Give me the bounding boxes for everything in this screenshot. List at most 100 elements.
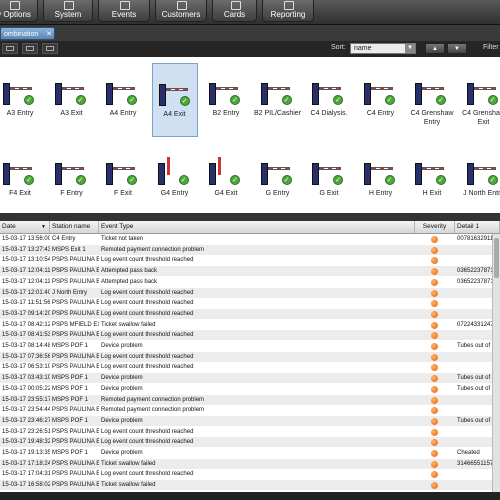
table-row[interactable]: 15-03-17 03:43:10 MSPS POF 1 Device proble… [0, 373, 500, 384]
vertical-scrollbar[interactable] [492, 234, 500, 500]
table-row[interactable]: 15-03-17 12:01:40 J North Entry Log event … [0, 287, 500, 298]
detail-cell [455, 298, 492, 308]
station-cell: MSPS POF 1 [52, 417, 89, 424]
table-row[interactable]: 15-03-17 23:46:27 MSPS POF 1 Device proble… [0, 415, 500, 426]
severity-indicator-icon [431, 407, 438, 415]
event-type-cell: Attempted pass back [101, 268, 158, 275]
severity-indicator-icon [431, 236, 438, 243]
table-row[interactable]: 15-03-17 12:04:11 PSPS PAULINA E Attempted… [0, 266, 500, 277]
detail-cell [455, 362, 492, 372]
detail-cell [455, 395, 492, 405]
barrier-arm [370, 87, 393, 90]
panel-splitter[interactable] [0, 213, 500, 221]
device-tile[interactable]: ✓ G4 Entry [152, 143, 198, 217]
device-tile[interactable]: ✓ G Exit [306, 143, 352, 217]
table-row[interactable]: 15-03-17 19:48:32 PSPS PAULINA E Log event… [0, 437, 500, 448]
device-tile[interactable]: ✓ B2 Entry [203, 63, 249, 137]
device-tile[interactable]: ✓ A3 Exit [49, 63, 95, 137]
device-tile[interactable]: ✓ C4 Dialysis. [306, 63, 352, 137]
event-type-cell: Log event count threshold reached [101, 257, 194, 264]
table-row[interactable]: 15-03-17 23:26:51 PSPS PAULINA E Log event… [0, 427, 500, 437]
severity-indicator-icon [431, 364, 438, 372]
severity-indicator-icon [431, 482, 438, 490]
table-row[interactable]: 15-03-17 17:18:24 PSPS PAULINA E Ticket sw… [0, 458, 500, 469]
table-row[interactable]: 15-03-17 11:51:56 PSPS PAULINA E Log event… [0, 298, 500, 308]
device-tile[interactable]: ✓ A3 Entry [0, 63, 43, 137]
sort-descending-button[interactable]: ▼ [447, 43, 467, 54]
barrier-gate-icon: ✓ [157, 157, 189, 185]
nav-item-5[interactable]: Reporting [262, 0, 314, 22]
table-row[interactable]: 15-03-17 13:10:54 PSPS PAULINA E Log event… [0, 255, 500, 265]
column-header[interactable]: Date ▼ [0, 221, 50, 233]
barrier-gate-icon: ✓ [312, 79, 343, 105]
table-row[interactable]: 15-03-17 13:56:00 C4 Entry Ticket not take… [0, 234, 500, 244]
event-type-cell: Log event count threshold reached [101, 428, 194, 435]
column-header[interactable]: Detail 1 [455, 221, 500, 233]
column-header[interactable]: Severity [415, 221, 455, 233]
table-row[interactable]: 15-03-17 17:04:31 PSPS PAULINA E Log event… [0, 469, 500, 479]
barrier-arm [267, 167, 290, 170]
detail-cell: 3146655115734... [457, 460, 492, 467]
small-icons-view-button[interactable] [22, 43, 38, 54]
events-icon [120, 1, 130, 10]
status-ok-icon: ✓ [436, 95, 446, 105]
table-row[interactable]: 15-03-17 09:14:20 PSPS PAULINA E Log event… [0, 308, 500, 319]
table-row[interactable]: 15-03-17 12:04:11 PSPS PAULINA E Attempted… [0, 277, 500, 287]
nav-item-0[interactable]: y Options [0, 0, 38, 22]
table-row[interactable]: 15-03-17 08:14:48 MSPS POF 1 Device proble… [0, 341, 500, 351]
barrier-arm [267, 87, 290, 90]
date-cell: 15-03-17 12:01:40 [2, 289, 50, 296]
date-cell: 15-03-17 08:14:48 [2, 343, 50, 349]
device-label: B2 Entry [212, 110, 240, 117]
table-row[interactable]: 15-03-17 06:53:10 PSPS PAULINA E Log event… [0, 362, 500, 372]
table-row[interactable]: 15-03-17 23:55:17 MSPS POF 1 Remoted payme… [0, 394, 500, 405]
device-tile[interactable]: ✓ J North Entry [461, 143, 500, 217]
barrier-post [260, 163, 268, 185]
status-ok-icon: ✓ [487, 95, 498, 105]
device-tile[interactable]: ✓ C4 Entry [358, 63, 404, 137]
status-ok-icon: ✓ [179, 96, 190, 106]
barrier-arm [473, 87, 496, 90]
device-tile[interactable]: ✓ A4 Entry [100, 63, 146, 137]
table-row[interactable]: 15-03-17 19:13:35 MSPS POF 1 Device proble… [0, 448, 500, 458]
device-tile[interactable]: ✓ H Entry [358, 143, 404, 217]
nav-item-4[interactable]: Cards [212, 0, 257, 22]
device-tile[interactable]: ✓ G4 Exit [203, 143, 249, 217]
date-cell: 15-03-17 07:36:56 [2, 353, 50, 360]
column-header[interactable]: Event Type [99, 221, 415, 233]
column-header[interactable]: Station name [50, 221, 99, 233]
device-tile[interactable]: ✓ F Entry [49, 143, 95, 217]
table-row[interactable]: 15-03-17 23:54:44 PSPS PAULINA E Remoted p… [0, 405, 500, 415]
nav-item-2[interactable]: Events [98, 0, 150, 22]
device-tile[interactable]: ✓ H Exit [409, 143, 455, 217]
tab-combination-view[interactable]: ombination View ✕ [0, 27, 55, 51]
table-row[interactable]: 15-03-17 00:05:22 MSPS POF 1 Device proble… [0, 384, 500, 394]
scrollbar-thumb[interactable] [494, 238, 499, 278]
nav-item-label: Customers [161, 10, 201, 19]
nav-item-1[interactable]: System [43, 0, 93, 22]
table-row[interactable]: 15-03-17 08:42:12 PSPS MFIELD EX Ticket sw… [0, 320, 500, 330]
nav-item-3[interactable]: Customers [155, 0, 207, 22]
device-tile[interactable]: ✓ A4 Exit [151, 63, 198, 137]
device-tile[interactable]: ✓ F4 Exit [0, 143, 43, 217]
sort-label: Sort: [331, 44, 346, 51]
list-view-button[interactable] [42, 43, 58, 54]
table-row[interactable]: 15-03-17 07:36:56 PSPS PAULINA E Log event… [0, 351, 500, 362]
device-label: B2 PIL/Cashier [253, 110, 302, 117]
table-row[interactable]: 15-03-17 08:41:53 PSPS PAULINA E Log event… [0, 330, 500, 341]
device-label: F4 Exit [9, 190, 31, 197]
large-icons-view-button[interactable] [2, 43, 18, 54]
table-row[interactable]: 15-03-17 16:58:02 PSPS PAULINA E Ticket sw… [0, 480, 500, 491]
close-icon[interactable]: ✕ [46, 28, 52, 41]
sort-ascending-button[interactable]: ▲ [425, 43, 445, 54]
sort-select[interactable]: name ▼ [350, 43, 416, 54]
device-tile[interactable]: ✓ G Entry [255, 143, 301, 217]
barrier-arm [10, 87, 32, 90]
device-tile[interactable]: ✓ F Exit [100, 143, 146, 217]
device-tile[interactable]: ✓ C4 Grenshaw Entry [409, 63, 455, 137]
device-label: H Exit [422, 190, 442, 197]
device-tile[interactable]: ✓ C4 Grenshaw Exit [461, 63, 500, 137]
device-tile[interactable]: ✓ B2 PIL/Cashier [254, 63, 301, 137]
table-row[interactable]: 15-03-17 13:27:43 MSPS Exit 1 Remoted paym… [0, 244, 500, 255]
station-cell: MSPS POF 1 [52, 385, 89, 392]
